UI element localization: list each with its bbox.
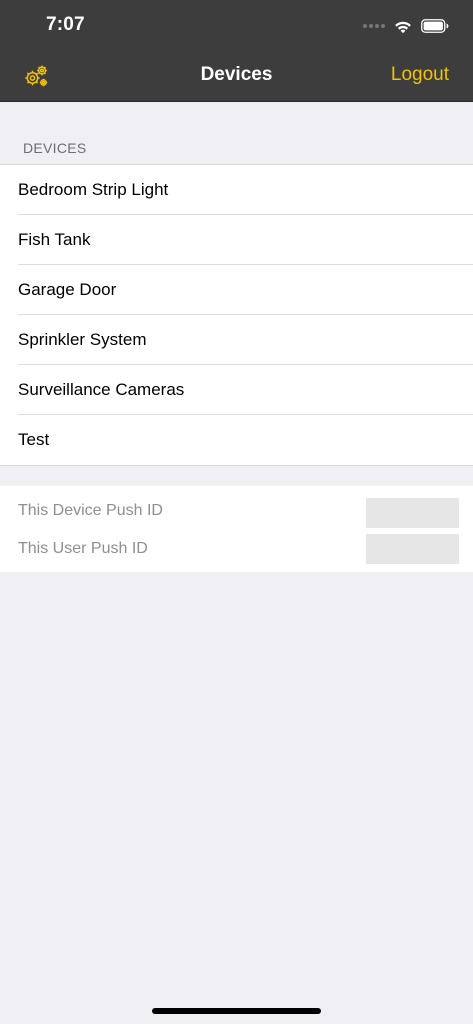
device-item-garage-door[interactable]: Garage Door (0, 265, 473, 315)
device-item-bedroom-strip-light[interactable]: Bedroom Strip Light (0, 165, 473, 215)
device-push-id-label: This Device Push ID (18, 502, 163, 519)
devices-section-header: DEVICES (23, 140, 87, 156)
push-id-section: This Device Push ID This User Push ID (0, 486, 473, 572)
home-indicator[interactable] (152, 1008, 321, 1014)
device-push-id-field (366, 498, 459, 528)
status-icons (363, 16, 449, 36)
wifi-icon (395, 21, 411, 33)
devices-list: Bedroom Strip Light Fish Tank Garage Doo… (0, 164, 473, 466)
device-item-fish-tank[interactable]: Fish Tank (0, 215, 473, 265)
navigation-bar: 7:07 Devices Logout (0, 0, 473, 102)
user-push-id-label: This User Push ID (18, 540, 148, 557)
cellular-signal-icon (363, 24, 385, 28)
status-time: 7:07 (46, 14, 85, 35)
device-item-surveillance-cameras[interactable]: Surveillance Cameras (0, 365, 473, 415)
device-item-test[interactable]: Test (0, 415, 473, 465)
user-push-id-field (366, 534, 459, 564)
device-item-sprinkler-system[interactable]: Sprinkler System (0, 315, 473, 365)
battery-icon (421, 19, 449, 33)
logout-button[interactable]: Logout (391, 64, 449, 86)
